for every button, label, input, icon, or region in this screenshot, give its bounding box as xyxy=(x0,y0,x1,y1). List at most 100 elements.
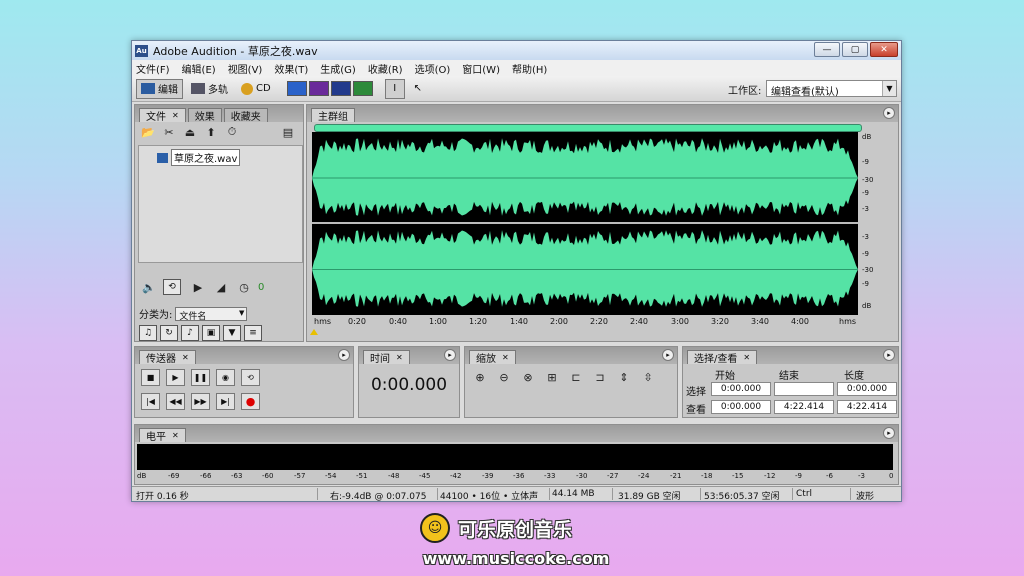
record-button[interactable]: ● xyxy=(241,393,260,410)
cola-mascot-icon: ☺ xyxy=(420,513,450,543)
waveform-display[interactable]: dB -9 -30 -9 -3 -3 -9 -30 -9 dB xyxy=(312,132,889,315)
panel-menu-icon[interactable]: ▸ xyxy=(338,349,350,361)
spectral-display-icon[interactable] xyxy=(308,81,329,96)
view-loop-icon[interactable]: ↻ xyxy=(160,325,178,341)
panel-menu-icon[interactable]: ▸ xyxy=(662,349,674,361)
menu-generate[interactable]: 生成(G) xyxy=(320,61,356,76)
stop-button[interactable]: ■ xyxy=(141,369,160,386)
edit-view-button[interactable]: 编辑 xyxy=(136,78,183,99)
menu-favorites[interactable]: 收藏(R) xyxy=(368,61,403,76)
phase-display-icon[interactable] xyxy=(352,81,373,96)
menu-bar: 文件(F) 编辑(E) 视图(V) 效果(T) 生成(G) 收藏(R) 选项(O… xyxy=(132,60,901,76)
menu-view[interactable]: 视图(V) xyxy=(228,61,263,76)
menu-window[interactable]: 窗口(W) xyxy=(462,61,500,76)
tab-favorites[interactable]: 收藏夹 xyxy=(223,108,268,123)
selection-start-field[interactable]: 0:00.000 xyxy=(711,382,771,396)
close-icon[interactable]: ✕ xyxy=(502,353,509,362)
close-file-icon[interactable]: ✂ xyxy=(160,124,178,140)
loop-icon[interactable]: ⟲ xyxy=(163,279,181,295)
workspace-select[interactable]: 编辑查看(默认) ▼ xyxy=(766,80,897,98)
view-start-field[interactable]: 0:00.000 xyxy=(711,400,771,414)
close-icon[interactable]: ✕ xyxy=(172,111,179,120)
minimize-button[interactable]: — xyxy=(814,42,840,57)
zoom-to-selection-icon[interactable]: ⊞ xyxy=(543,369,561,385)
zoom-out-full-icon[interactable]: ⊗ xyxy=(519,369,537,385)
panel-menu-icon[interactable]: ▸ xyxy=(883,349,895,361)
pause-button[interactable]: ❚❚ xyxy=(191,369,210,386)
level-scale-label: dB xyxy=(137,472,147,480)
show-options-icon[interactable]: ▤ xyxy=(279,124,297,140)
tab-zoom[interactable]: 缩放 ✕ xyxy=(469,350,516,365)
menu-edit[interactable]: 编辑(E) xyxy=(182,61,216,76)
tab-levels[interactable]: 电平 ✕ xyxy=(139,428,186,443)
level-scale-label: -63 xyxy=(231,472,243,480)
filter-icon[interactable]: ▼ xyxy=(223,325,241,341)
multitrack-view-button[interactable]: 多轨 xyxy=(186,79,233,99)
sort-order-icon[interactable]: ≡ xyxy=(244,325,262,341)
selection-length-field[interactable]: 0:00.000 xyxy=(837,382,897,396)
open-file-icon[interactable]: 📂 xyxy=(139,124,157,140)
overview-bar[interactable] xyxy=(314,124,862,132)
close-icon[interactable]: ✕ xyxy=(743,353,750,362)
menu-help[interactable]: 帮助(H) xyxy=(512,61,547,76)
zoom-out-vertical-icon[interactable]: ⇳ xyxy=(639,369,657,385)
go-to-end-button[interactable]: ▶| xyxy=(216,393,235,410)
volume-icon[interactable]: ◢ xyxy=(212,279,230,295)
tab-transport[interactable]: 传送器 ✕ xyxy=(139,350,196,365)
zoom-in-vertical-icon[interactable]: ⇕ xyxy=(615,369,633,385)
menu-options[interactable]: 选项(O) xyxy=(415,61,451,76)
panel-menu-icon[interactable]: ▸ xyxy=(444,349,456,361)
panel-menu-icon[interactable]: ▸ xyxy=(883,427,895,439)
rewind-button[interactable]: ◀◀ xyxy=(166,393,185,410)
playhead-marker[interactable] xyxy=(310,329,318,335)
zoom-left-edge-icon[interactable]: ⊏ xyxy=(567,369,585,385)
view-end-field[interactable]: 4:22.414 xyxy=(774,400,834,414)
play-icon[interactable]: ▶ xyxy=(189,279,207,295)
panel-menu-icon[interactable]: ▸ xyxy=(883,107,895,119)
timer-icon[interactable]: ◷ xyxy=(235,279,253,295)
insert-icon[interactable]: ⬆ xyxy=(202,124,220,140)
go-to-start-button[interactable]: |◀ xyxy=(141,393,160,410)
pan-display-icon[interactable] xyxy=(330,81,351,96)
sort-select[interactable]: 文件名 ▼ xyxy=(175,306,248,322)
play-to-end-button[interactable]: ◉ xyxy=(216,369,235,386)
menu-file[interactable]: 文件(F) xyxy=(136,61,170,76)
hybrid-tool-icon[interactable]: ↖ xyxy=(408,79,428,99)
import-icon[interactable]: ⏏ xyxy=(181,124,199,140)
tab-main-group[interactable]: 主群组 xyxy=(311,108,355,123)
time-selection-tool-icon[interactable]: Ⅰ xyxy=(384,78,405,99)
waveform-display-icon[interactable] xyxy=(286,81,307,96)
play-file-icon[interactable]: ⏱ xyxy=(223,124,241,140)
maximize-button[interactable]: ▢ xyxy=(842,42,868,57)
status-mode: 波形 xyxy=(856,492,875,502)
zoom-right-edge-icon[interactable]: ⊐ xyxy=(591,369,609,385)
level-scale-label: -30 xyxy=(576,472,588,480)
tab-files[interactable]: 文件 ✕ xyxy=(139,108,186,123)
level-scale-label: -24 xyxy=(638,472,650,480)
view-length-field[interactable]: 4:22.414 xyxy=(837,400,897,414)
speaker-icon[interactable]: 🔈 xyxy=(140,279,158,295)
close-icon[interactable]: ✕ xyxy=(172,431,179,440)
status-open-time: 打开 0.16 秒 xyxy=(136,492,189,502)
play-button[interactable]: ▶ xyxy=(166,369,185,386)
list-item[interactable]: 草原之夜.wav xyxy=(157,149,241,166)
zoom-in-horizontal-icon[interactable]: ⊕ xyxy=(471,369,489,385)
close-icon[interactable]: ✕ xyxy=(182,353,189,362)
waveform-edit-icon xyxy=(141,83,155,94)
tab-time[interactable]: 时间 ✕ xyxy=(363,350,410,365)
close-button[interactable]: ✕ xyxy=(870,42,898,57)
tab-effects[interactable]: 效果 xyxy=(187,108,222,123)
status-file-size: 44.14 MB xyxy=(552,489,595,499)
fast-forward-button[interactable]: ▶▶ xyxy=(191,393,210,410)
close-icon[interactable]: ✕ xyxy=(396,353,403,362)
tab-selection-view[interactable]: 选择/查看 ✕ xyxy=(687,350,758,365)
cd-view-button[interactable]: CD xyxy=(236,79,276,99)
view-video-icon[interactable]: ▣ xyxy=(202,325,220,341)
loop-button[interactable]: ⟲ xyxy=(241,369,260,386)
selection-end-field[interactable] xyxy=(774,382,834,396)
view-midi-icon[interactable]: ♪ xyxy=(181,325,199,341)
zoom-out-horizontal-icon[interactable]: ⊖ xyxy=(495,369,513,385)
menu-effects[interactable]: 效果(T) xyxy=(274,61,308,76)
view-audio-icon[interactable]: ♫ xyxy=(139,325,157,341)
column-length-label: 长度 xyxy=(844,371,864,382)
